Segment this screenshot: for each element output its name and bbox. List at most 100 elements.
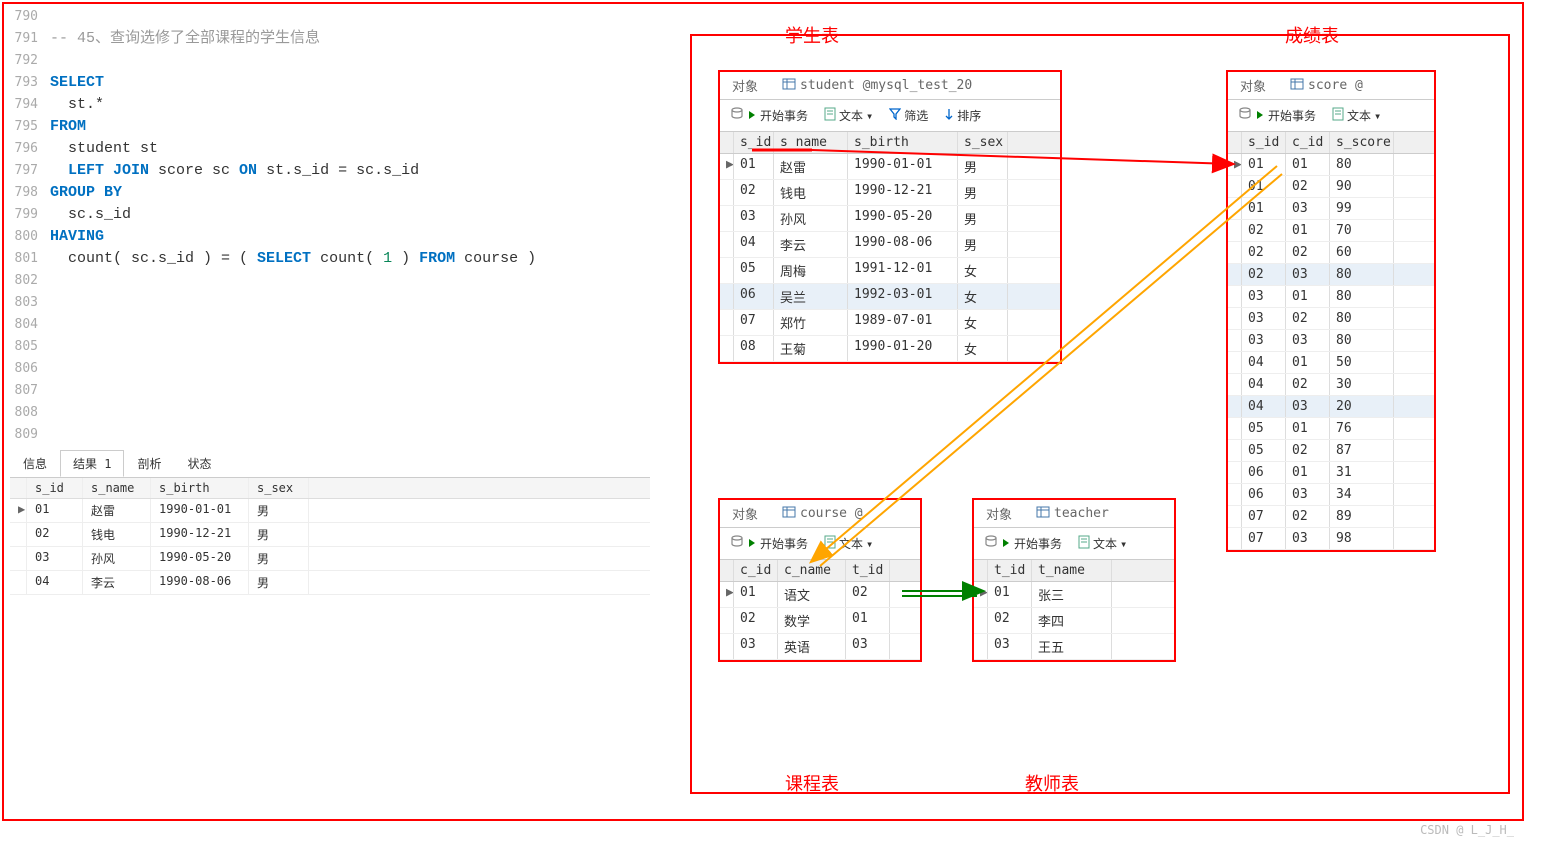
table-row[interactable]: 04李云1990-08-06男 (10, 571, 650, 595)
cell[interactable]: 04 (1242, 374, 1286, 395)
cell[interactable]: 王五 (1032, 634, 1112, 659)
code-line[interactable]: SELECT (50, 72, 104, 94)
table-row[interactable]: ▶01语文02 (720, 582, 920, 608)
cell[interactable]: 03 (734, 634, 778, 659)
cell[interactable]: 1990-05-20 (848, 206, 958, 231)
column-header[interactable]: s_id (27, 478, 83, 498)
cell[interactable]: 80 (1330, 308, 1394, 329)
cell[interactable]: 01 (734, 154, 774, 179)
cell[interactable]: 01 (988, 582, 1032, 607)
table-row[interactable]: 04李云1990-08-06男 (720, 232, 1060, 258)
cell[interactable]: 周梅 (774, 258, 848, 283)
code-line[interactable]: st.* (50, 94, 104, 116)
data-grid[interactable]: t_idt_name▶01张三02李四03王五 (974, 560, 1174, 660)
cell[interactable]: 03 (1286, 484, 1330, 505)
column-header[interactable]: s_sex (958, 132, 1008, 153)
table-row[interactable]: 060334 (1228, 484, 1434, 506)
cell[interactable]: 男 (958, 206, 1008, 231)
table-row[interactable]: 07郑竹1989-07-01女 (720, 310, 1060, 336)
cell[interactable]: 02 (1286, 374, 1330, 395)
column-header[interactable]: t_id (846, 560, 890, 581)
cell[interactable]: 孙风 (774, 206, 848, 231)
table-row[interactable]: ▶01赵雷1990-01-01男 (10, 499, 650, 523)
tab-status[interactable]: 状态 (174, 450, 224, 477)
table-row[interactable]: 010399 (1228, 198, 1434, 220)
cell[interactable]: 赵雷 (83, 499, 151, 522)
db-tab-table[interactable]: course @ (770, 502, 875, 526)
table-row[interactable]: 040150 (1228, 352, 1434, 374)
cell[interactable]: 赵雷 (774, 154, 848, 179)
text-button[interactable]: 文本▾ (1328, 105, 1385, 126)
text-button[interactable]: 文本▾ (1074, 533, 1131, 554)
sql-editor[interactable]: 790791-- 45、查询选修了全部课程的学生信息792793SELECT79… (12, 6, 692, 446)
cell[interactable]: 01 (734, 582, 778, 607)
column-header[interactable]: s_name (83, 478, 151, 498)
cell[interactable]: 89 (1330, 506, 1394, 527)
code-line[interactable]: HAVING (50, 226, 104, 248)
cell[interactable]: 07 (734, 310, 774, 335)
cell[interactable]: 80 (1330, 330, 1394, 351)
data-grid[interactable]: s_ids_names_births_sex▶01赵雷1990-01-01男02… (720, 132, 1060, 362)
cell[interactable]: 05 (1242, 440, 1286, 461)
table-row[interactable]: 030180 (1228, 286, 1434, 308)
cell[interactable]: 1990-08-06 (848, 232, 958, 257)
code-line[interactable]: count( sc.s_id ) = ( SELECT count( 1 ) F… (50, 248, 536, 270)
table-row[interactable]: 030280 (1228, 308, 1434, 330)
table-row[interactable]: 060131 (1228, 462, 1434, 484)
cell[interactable]: 女 (958, 310, 1008, 335)
table-row[interactable]: 020260 (1228, 242, 1434, 264)
db-tab-table[interactable]: teacher (1024, 502, 1121, 526)
begin-transaction-button[interactable]: 开始事务 (726, 105, 812, 126)
cell[interactable]: 男 (958, 154, 1008, 179)
data-grid[interactable]: s_idc_ids_score▶010180010290010399020170… (1228, 132, 1434, 550)
cell[interactable]: 60 (1330, 242, 1394, 263)
cell[interactable]: 男 (249, 499, 309, 522)
cell[interactable]: 03 (27, 547, 83, 570)
cell[interactable]: 80 (1330, 154, 1394, 175)
column-header[interactable]: s_birth (151, 478, 249, 498)
cell[interactable]: 02 (988, 608, 1032, 633)
code-line[interactable]: sc.s_id (50, 204, 131, 226)
cell[interactable]: 01 (27, 499, 83, 522)
cell[interactable]: 孙风 (83, 547, 151, 570)
cell[interactable]: 06 (1242, 462, 1286, 483)
sort-button[interactable]: 排序 (940, 105, 985, 126)
cell[interactable]: 01 (1286, 352, 1330, 373)
cell[interactable]: 女 (958, 284, 1008, 309)
cell[interactable]: 03 (1242, 286, 1286, 307)
column-header[interactable]: t_name (1032, 560, 1112, 581)
cell[interactable]: 02 (1286, 308, 1330, 329)
table-row[interactable]: 020380 (1228, 264, 1434, 286)
cell[interactable]: 03 (1286, 528, 1330, 549)
cell[interactable]: 03 (1286, 330, 1330, 351)
cell[interactable]: 02 (1286, 242, 1330, 263)
filter-button[interactable]: 筛选 (885, 105, 932, 126)
cell[interactable]: 03 (1286, 396, 1330, 417)
cell[interactable]: 30 (1330, 374, 1394, 395)
cell[interactable]: 02 (1242, 264, 1286, 285)
cell[interactable]: 郑竹 (774, 310, 848, 335)
cell[interactable]: 03 (1286, 264, 1330, 285)
tab-result[interactable]: 结果 1 (60, 450, 124, 477)
code-line[interactable]: LEFT JOIN score sc ON st.s_id = sc.s_id (50, 160, 419, 182)
column-header[interactable]: s_id (1242, 132, 1286, 153)
cell[interactable]: 02 (1242, 242, 1286, 263)
cell[interactable]: 女 (958, 336, 1008, 361)
table-row[interactable]: 02数学01 (720, 608, 920, 634)
begin-transaction-button[interactable]: 开始事务 (980, 533, 1066, 554)
cell[interactable]: 1990-05-20 (151, 547, 249, 570)
text-button[interactable]: 文本▾ (820, 533, 877, 554)
cell[interactable]: 1990-01-01 (151, 499, 249, 522)
table-row[interactable]: 03王五 (974, 634, 1174, 660)
cell[interactable]: 男 (249, 523, 309, 546)
cell[interactable]: 1990-12-21 (848, 180, 958, 205)
db-tab-objects[interactable]: 对象 (1228, 72, 1278, 99)
cell[interactable]: 1992-03-01 (848, 284, 958, 309)
db-tab-objects[interactable]: 对象 (720, 72, 770, 99)
cell[interactable]: 07 (1242, 528, 1286, 549)
cell[interactable]: 01 (1286, 220, 1330, 241)
column-header[interactable]: c_id (1286, 132, 1330, 153)
data-grid[interactable]: c_idc_namet_id▶01语文0202数学0103英语03 (720, 560, 920, 660)
cell[interactable]: 钱电 (83, 523, 151, 546)
cell[interactable]: 02 (846, 582, 890, 607)
